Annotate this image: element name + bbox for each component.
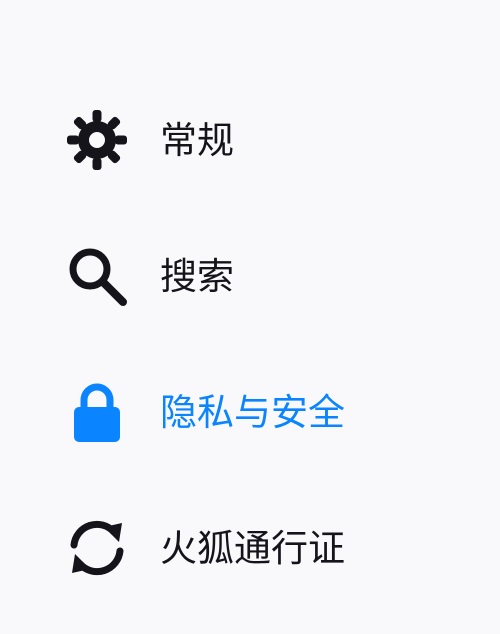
sidebar-item-firefox-account[interactable]: 火狐通行证 bbox=[64, 512, 345, 584]
sync-icon bbox=[64, 515, 130, 581]
sidebar-item-label: 火狐通行证 bbox=[160, 526, 345, 570]
sidebar-item-privacy-security[interactable]: 隐私与安全 bbox=[64, 376, 345, 448]
gear-icon bbox=[64, 107, 130, 173]
lock-icon bbox=[64, 379, 130, 445]
sidebar-item-label: 常规 bbox=[160, 118, 234, 162]
sidebar-item-general[interactable]: 常规 bbox=[64, 104, 234, 176]
preferences-sidebar: 常规 搜索 隐私与安全 火狐通行证 bbox=[0, 0, 500, 634]
search-icon bbox=[64, 243, 130, 309]
sidebar-item-label: 搜索 bbox=[160, 254, 234, 298]
sidebar-item-label: 隐私与安全 bbox=[160, 390, 345, 434]
sidebar-item-search[interactable]: 搜索 bbox=[64, 240, 234, 312]
